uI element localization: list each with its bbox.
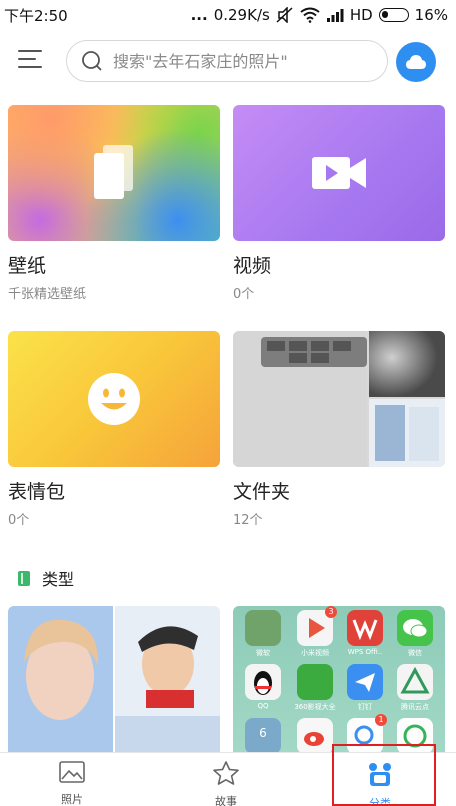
battery-level: 16% <box>414 6 448 24</box>
app-label: 微信 <box>408 649 422 657</box>
gallery-app: 下午2:50 ... 0.29K/s HD 16% 搜索"去年石家庄的照片" 壁… <box>0 0 456 806</box>
network-type: HD <box>349 6 373 24</box>
app-icon <box>245 664 281 700</box>
video-thumbnail <box>233 105 445 241</box>
wallpaper-thumbnail <box>8 105 220 241</box>
apps-category-thumbnail[interactable]: 微软 3 小米视频 WPS Offi.. 微信 QQ 360影视大全 钉钉 腾讯… <box>233 606 445 756</box>
type-section-header: 类型 <box>18 566 74 590</box>
folders-thumbnail <box>233 331 445 467</box>
app-label: 360影视大全 <box>294 703 336 711</box>
mute-icon <box>276 7 293 23</box>
signal-icon <box>326 9 344 22</box>
paper-plane-icon <box>355 673 375 692</box>
album-folders[interactable]: 文件夹 12个 <box>233 331 445 528</box>
penguin-icon <box>254 671 272 695</box>
people-category-thumbnail[interactable] <box>8 606 220 756</box>
triangle-logo-icon <box>400 666 430 694</box>
photo-icon <box>59 761 85 783</box>
video-camera-icon <box>312 157 366 189</box>
album-title: 视频 <box>233 255 272 277</box>
album-subtitle: 0个 <box>8 513 30 528</box>
app-icon <box>347 664 383 700</box>
nav-label: 故事 <box>215 795 237 806</box>
weibo-icon <box>297 718 333 754</box>
search-icon <box>82 51 102 71</box>
nav-photos[interactable]: 照片 <box>32 761 112 806</box>
app-label: WPS Offi.. <box>347 648 383 656</box>
notification-badge: 1 <box>375 714 387 726</box>
nav-stories[interactable]: 故事 <box>186 761 266 806</box>
app-label: 钉钉 <box>358 703 372 711</box>
search-bar[interactable] <box>66 40 388 82</box>
folder-collage-image <box>233 331 445 467</box>
status-dots: ... <box>190 6 208 24</box>
status-indicators: ... 0.29K/s HD 16% <box>191 6 448 24</box>
app-icon <box>297 664 333 700</box>
cloud-icon <box>406 55 426 69</box>
app-label: 微软 <box>256 649 270 657</box>
highlight-annotation-box <box>332 744 436 806</box>
app-icon <box>397 610 433 646</box>
weibo-logo <box>304 732 324 746</box>
battery-icon <box>378 8 409 22</box>
wallpaper-icon <box>94 145 133 199</box>
cloud-button[interactable] <box>396 42 436 82</box>
status-bar: 下午2:50 ... 0.29K/s HD 16% <box>0 0 456 30</box>
people-photo <box>8 606 220 756</box>
album-subtitle: 0个 <box>233 287 255 302</box>
menu-icon[interactable] <box>18 46 44 72</box>
album-subtitle: 12个 <box>233 513 263 528</box>
book-icon <box>18 570 30 586</box>
album-stickers[interactable]: 表情包 0个 <box>8 331 220 528</box>
wifi-icon <box>300 7 320 23</box>
smiley-icon <box>88 373 140 425</box>
album-title: 文件夹 <box>233 481 291 503</box>
album-subtitle: 千张精选壁纸 <box>8 287 87 302</box>
app-icon <box>347 610 383 646</box>
stickers-thumbnail <box>8 331 220 467</box>
album-title: 表情包 <box>8 481 66 503</box>
app-label: QQ <box>257 702 269 710</box>
status-speed: 0.29K/s <box>213 6 270 24</box>
app-label: 小米视频 <box>301 649 329 657</box>
notification-badge: 3 <box>325 606 337 618</box>
album-title: 壁纸 <box>8 255 47 277</box>
status-time: 下午2:50 <box>4 6 68 25</box>
wps-icon <box>352 619 378 641</box>
search-input[interactable] <box>113 51 373 71</box>
album-videos[interactable]: 视频 0个 <box>233 105 445 302</box>
chat-bubble-icon <box>403 619 428 638</box>
app-label: 腾讯云点 <box>401 703 429 711</box>
star-icon <box>213 761 239 785</box>
calendar-icon: 6 <box>245 718 281 754</box>
app-icon <box>245 610 281 646</box>
section-title: 类型 <box>42 570 75 589</box>
nav-label: 照片 <box>61 793 83 806</box>
album-wallpaper[interactable]: 壁纸 千张精选壁纸 <box>8 105 220 302</box>
app-icon <box>397 664 433 700</box>
